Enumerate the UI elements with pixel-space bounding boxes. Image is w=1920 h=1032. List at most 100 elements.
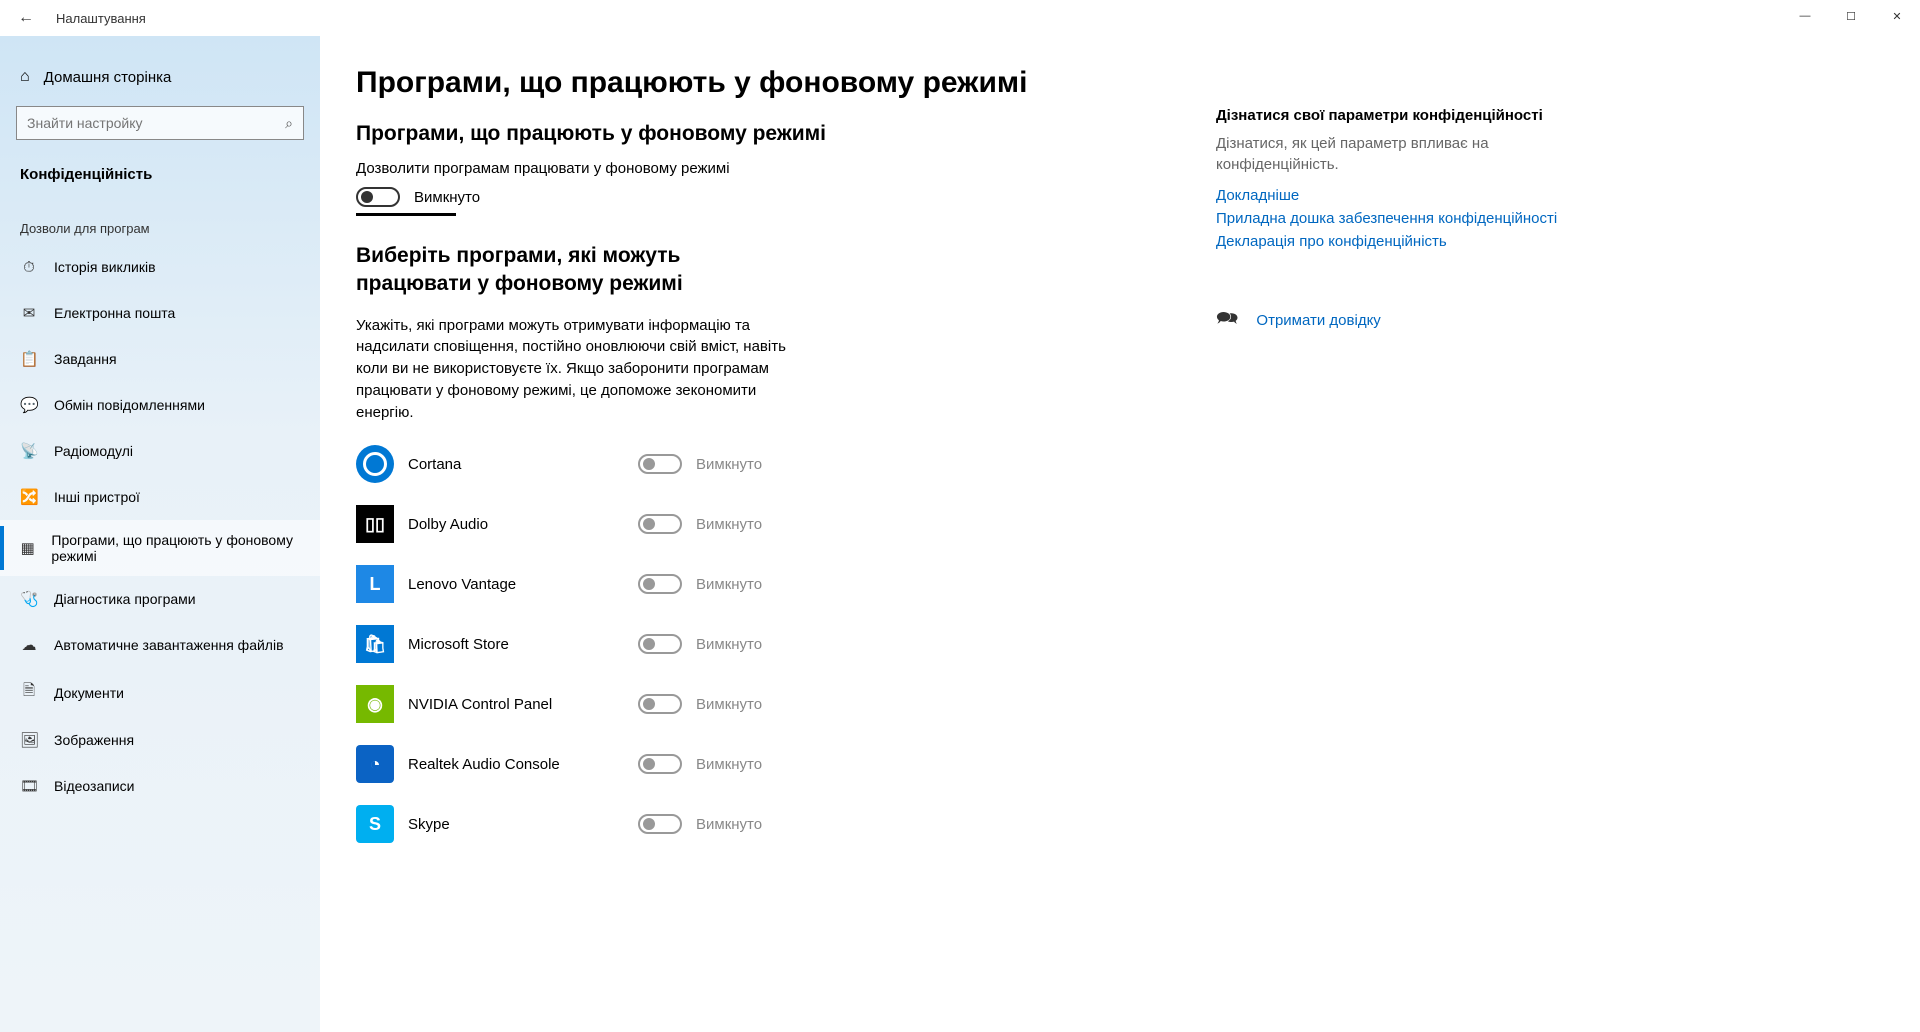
nav-item-icon: ✉ [20,304,38,322]
app-name: Lenovo Vantage [408,576,638,593]
sidebar-item[interactable]: 🩺 Діагностика програми [0,576,320,622]
app-toggle[interactable] [638,754,682,774]
nav-item-label: Історія викликів [54,259,156,275]
app-row: ◉ NVIDIA Control Panel Вимкнуто [356,685,1176,723]
get-help-link[interactable]: 🗪 Отримати довідку [1216,306,1596,336]
sidebar: ⌂ Домашня сторінка ⌕ Конфіденційність До… [0,36,320,1032]
app-icon: L [356,565,394,603]
home-label: Домашня сторінка [44,69,172,86]
nav-item-label: Радіомодулі [54,443,133,459]
nav-item-label: Документи [54,685,124,701]
nav-item-label: Програми, що працюють у фоновому режимі [51,532,300,564]
search-box[interactable]: ⌕ [16,106,304,140]
app-icon: ▯▯ [356,505,394,543]
search-icon: ⌕ [285,115,293,132]
home-link[interactable]: ⌂ Домашня сторінка [0,58,320,96]
app-name: Realtek Audio Console [408,756,638,773]
app-row: L Lenovo Vantage Вимкнуто [356,565,1176,603]
app-toggle[interactable] [638,814,682,834]
app-toggle-state: Вимкнуто [696,636,762,653]
app-toggle[interactable] [638,574,682,594]
master-toggle-label: Дозволити програмам працювати у фоновому… [356,160,1176,177]
app-row: Cortana Вимкнуто [356,445,1176,483]
app-name: Cortana [408,456,638,473]
app-name: Microsoft Store [408,636,638,653]
app-list: Cortana Вимкнуто ▯▯ Dolby Audio Вимкнуто L Len… [356,445,1176,843]
sidebar-item[interactable]: 📡 Радіомодулі [0,428,320,474]
home-icon: ⌂ [20,68,30,86]
maximize-button[interactable]: ☐ [1828,0,1874,32]
sidebar-item[interactable]: 🖼Зображення [0,717,320,763]
info-link[interactable]: Декларація про конфіденційність [1216,231,1596,252]
back-button[interactable]: ← [18,9,34,27]
section-title: Конфіденційність [0,158,320,197]
app-toggle-state: Вимкнуто [696,816,762,833]
app-row: ▯▯ Dolby Audio Вимкнуто [356,505,1176,543]
sidebar-item[interactable]: ☁ Автоматичне завантаження файлів [0,622,320,668]
sidebar-item[interactable]: ▦ Програми, що працюють у фоновому режимі [0,520,320,576]
nav-item-icon: 🩺 [20,590,38,608]
nav-item-icon: 📋 [20,350,38,368]
sidebar-item[interactable]: 💬 Обмін повідомленнями [0,382,320,428]
app-toggle[interactable] [638,454,682,474]
info-link[interactable]: Приладна дошка забезпечення конфіденційн… [1216,208,1596,229]
right-pane: Дізнатися свої параметри конфіденційност… [1216,66,1596,1032]
nav-item-label: Завдання [54,351,117,367]
app-toggle-state: Вимкнуто [696,576,762,593]
app-icon: 🛍 [356,625,394,663]
window-title: Налаштування [56,11,146,26]
app-toggle-state: Вимкнуто [696,756,762,773]
sidebar-item[interactable]: 🗎 Документи [0,668,320,717]
sidebar-item[interactable]: ✉ Електронна пошта [0,290,320,336]
app-row: SSkypeВимкнуто [356,805,1176,843]
help-label: Отримати довідку [1256,310,1380,331]
app-row: 🛍 Microsoft Store Вимкнуто [356,625,1176,663]
minimize-button[interactable]: — [1782,0,1828,32]
nav-item-icon: ▦ [20,539,35,557]
app-toggle[interactable] [638,634,682,654]
close-button[interactable]: ✕ [1874,0,1920,32]
window-controls: — ☐ ✕ [1782,0,1920,32]
nav-item-icon: 🔀 [20,488,38,506]
nav-item-icon: ☁ [20,636,38,654]
app-icon: ◉ [356,685,394,723]
app-name: Skype [408,816,638,833]
sidebar-item[interactable]: 📋 Завдання [0,336,320,382]
app-toggle[interactable] [638,694,682,714]
master-toggle-state: Вимкнуто [414,189,480,206]
nav-item-icon: ⏱ [20,259,38,276]
master-toggle[interactable] [356,187,400,207]
nav-item-icon: 🗎 [20,680,38,705]
select-apps-title: Виберіть програми, які можуть працювати … [356,242,796,299]
nav-item-label: Відеозаписи [54,778,134,794]
sidebar-item[interactable]: ⏱ Історія викликів [0,244,320,290]
right-pane-description: Дізнатися, як цей параметр впливає на ко… [1216,134,1596,175]
sidebar-item[interactable]: 🔀 Інші пристрої [0,474,320,520]
select-apps-description: Укажіть, які програми можуть отримувати … [356,315,806,424]
right-pane-heading: Дізнатися свої параметри конфіденційност… [1216,106,1596,126]
app-icon [356,445,394,483]
search-input[interactable] [27,115,267,131]
nav-item-label: Автоматичне завантаження файлів [54,637,284,653]
app-toggle-state: Вимкнуто [696,696,762,713]
nav-item-icon: 📡 [20,442,38,460]
nav-item-icon: 🎞 [20,777,38,795]
nav-item-label: Інші пристрої [54,489,140,505]
app-toggle-state: Вимкнуто [696,516,762,533]
app-row: ◔ Realtek Audio Console Вимкнуто [356,745,1176,783]
nav-item-icon: 💬 [20,396,38,414]
help-icon: 🗪 [1216,306,1238,336]
nav-item-label: Обмін повідомленнями [54,397,205,413]
group-label: Дозволи для програм [0,197,320,242]
app-icon: ◔ [356,745,394,783]
master-section-title: Програми, що працюють у фоновому режимі [356,122,1176,146]
app-toggle[interactable] [638,514,682,534]
sidebar-item[interactable]: 🎞 Відеозаписи [0,763,320,809]
nav-item-label: Діагностика програми [54,591,196,607]
app-name: Dolby Audio [408,516,638,533]
nav-item-label: Зображення [54,732,134,748]
info-link[interactable]: Докладніше [1216,185,1596,206]
app-name: NVIDIA Control Panel [408,696,638,713]
nav-item-label: Електронна пошта [54,305,175,321]
app-toggle-state: Вимкнуто [696,456,762,473]
